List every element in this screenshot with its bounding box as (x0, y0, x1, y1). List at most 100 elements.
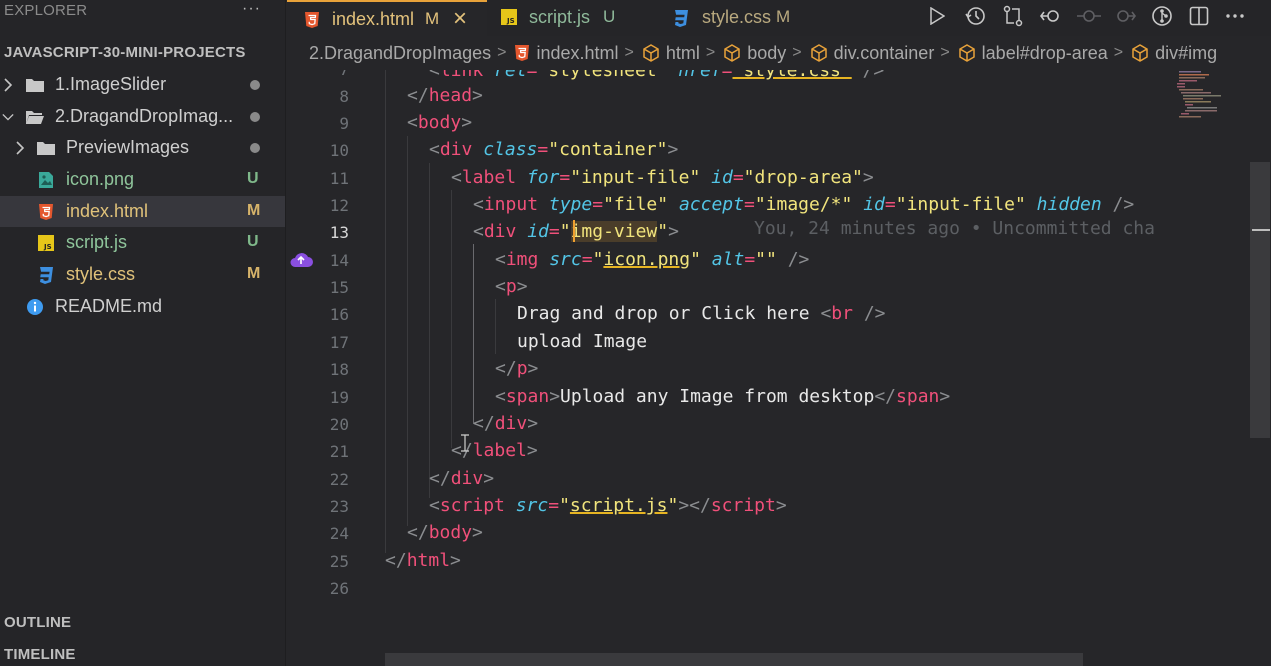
line-number: 25 (329, 552, 349, 571)
breadcrumb-item-file[interactable]: index.html > (514, 43, 641, 64)
timeline-section-header[interactable]: TIMELINE (4, 646, 76, 663)
code-line-18: </p> (495, 358, 539, 379)
indent-guide (385, 70, 386, 553)
css-file-icon (35, 265, 57, 285)
tree-item-imageslider[interactable]: 1.ImageSlider (0, 69, 285, 100)
breadcrumb: 2.DragandDropImages > index.html > html > b… (287, 36, 1271, 70)
css-icon (673, 9, 689, 32)
tree-item-readme[interactable]: README.md (0, 291, 285, 322)
code-line-24: </body> (407, 522, 483, 543)
cloud-upload-icon[interactable] (287, 248, 315, 270)
run-icon[interactable] (923, 2, 951, 30)
git-forward-icon[interactable] (1111, 2, 1139, 30)
cursor-position-marker (1252, 229, 1270, 231)
outline-section-header[interactable]: OUTLINE (4, 614, 71, 631)
breadcrumb-item-folder[interactable]: 2.DragandDropImages > (309, 43, 514, 64)
tab-style-css[interactable]: style.css M (663, 0, 793, 36)
tab-label: script.js (529, 7, 591, 27)
compare-changes-icon[interactable] (999, 2, 1027, 30)
folder-icon (24, 75, 46, 95)
line-number: 20 (329, 415, 349, 434)
git-status-badge: M (247, 202, 261, 219)
element-cube-icon (810, 44, 828, 62)
breadcrumb-label: label#drop-area (981, 42, 1108, 63)
breadcrumb-item-body[interactable]: body > (723, 43, 809, 64)
code-line-12: <input type="file" accept="image/*" id="… (473, 194, 1135, 215)
tree-item-index-html[interactable]: index.html M (0, 196, 285, 227)
element-cube-icon (723, 44, 741, 62)
line-number-gutter: 7 8 9 10 11 12 13 14 15 16 17 18 19 20 2… (287, 70, 349, 666)
modified-dot-icon (250, 112, 260, 122)
chevron-down-icon (2, 109, 14, 125)
svg-text:JS: JS (43, 243, 52, 251)
project-folder-title[interactable]: JAVASCRIPT-30-MINI-PROJECTS (4, 44, 246, 61)
html-icon (304, 11, 320, 34)
tab-label: index.html (332, 9, 415, 29)
modified-dot-icon (250, 80, 260, 90)
git-back-icon[interactable] (1037, 2, 1065, 30)
tree-item-previewimages[interactable]: PreviewImages (0, 132, 285, 163)
line-number-current: 13 (329, 223, 349, 242)
line-number: 19 (329, 388, 349, 407)
indent-guide (495, 299, 496, 354)
tab-label: style.css (702, 7, 772, 27)
modified-dot-icon (250, 143, 260, 153)
code-line-23: <script src="script.js"></script> (429, 495, 787, 516)
breadcrumb-item-html[interactable]: html > (642, 43, 723, 64)
code-line-15: <p> (495, 276, 528, 297)
code-line-16: Drag and drop or Click here <br /> (517, 303, 886, 324)
line-number: 18 (329, 360, 349, 379)
breadcrumb-item-container[interactable]: div.container > (810, 43, 958, 64)
horizontal-scrollbar[interactable] (385, 653, 1083, 666)
code-line-9: <body> (407, 112, 473, 133)
breadcrumb-label: div#img (1155, 42, 1218, 63)
git-commit-icon[interactable] (1075, 2, 1103, 30)
breadcrumb-item-img-view[interactable]: div#img (1131, 43, 1217, 64)
line-number: 16 (329, 305, 349, 324)
chevron-right-icon (2, 77, 14, 93)
breadcrumb-label: index.html (536, 42, 619, 63)
chevron-right-icon: > (940, 44, 950, 61)
code-editor[interactable]: 7 8 9 10 11 12 13 14 15 16 17 18 19 20 2… (287, 70, 1271, 666)
breadcrumb-label: html (665, 42, 700, 63)
line-number: 8 (339, 87, 349, 106)
tree-item-draganddropimages[interactable]: 2.DragandDropImag... (0, 101, 285, 132)
text-cursor (573, 220, 575, 242)
tab-untracked-flag: U (603, 7, 616, 26)
chevron-right-icon: > (497, 44, 507, 61)
code-line-17: upload Image (517, 331, 648, 352)
line-number: 17 (329, 333, 349, 352)
git-status-badge: U (247, 170, 259, 187)
code-line-20: </div> (473, 413, 539, 434)
line-number: 15 (329, 278, 349, 297)
breadcrumb-label: body (747, 42, 787, 63)
tree-item-label: index.html (66, 201, 149, 221)
tree-item-script-js[interactable]: JS script.js U (0, 227, 285, 258)
close-icon[interactable]: × (453, 5, 467, 33)
tree-item-label: README.md (55, 296, 163, 316)
code-line-25: </html> (385, 550, 461, 571)
tree-item-label: PreviewImages (66, 137, 190, 157)
indent-guide-active (473, 244, 474, 424)
more-actions-icon[interactable]: ··· (242, 0, 261, 18)
tree-item-label: 2.DragandDropImag... (55, 106, 234, 126)
tree-item-style-css[interactable]: style.css M (0, 259, 285, 290)
minimap[interactable] (1175, 70, 1223, 120)
tree-item-icon-png[interactable]: icon.png U (0, 164, 285, 195)
image-file-icon (35, 170, 57, 190)
history-icon[interactable] (961, 2, 989, 30)
line-number: 22 (329, 470, 349, 489)
tab-index-html[interactable]: index.html M × (287, 0, 487, 36)
more-actions-icon[interactable] (1221, 2, 1249, 30)
vertical-scrollbar[interactable] (1250, 162, 1270, 438)
tree-item-label: icon.png (66, 169, 135, 189)
split-editor-icon[interactable] (1185, 2, 1213, 30)
indent-guide (429, 163, 430, 498)
tab-script-js[interactable]: JS script.js U (488, 0, 663, 36)
line-number: 26 (329, 579, 349, 598)
element-cube-icon (642, 44, 660, 62)
code-line-10: <div class="container"> (429, 139, 679, 160)
breadcrumb-item-drop-area[interactable]: label#drop-area > (958, 43, 1131, 64)
source-control-icon[interactable] (1148, 2, 1176, 30)
code-line-14: <img src="icon.png" alt="" /> (495, 249, 810, 270)
